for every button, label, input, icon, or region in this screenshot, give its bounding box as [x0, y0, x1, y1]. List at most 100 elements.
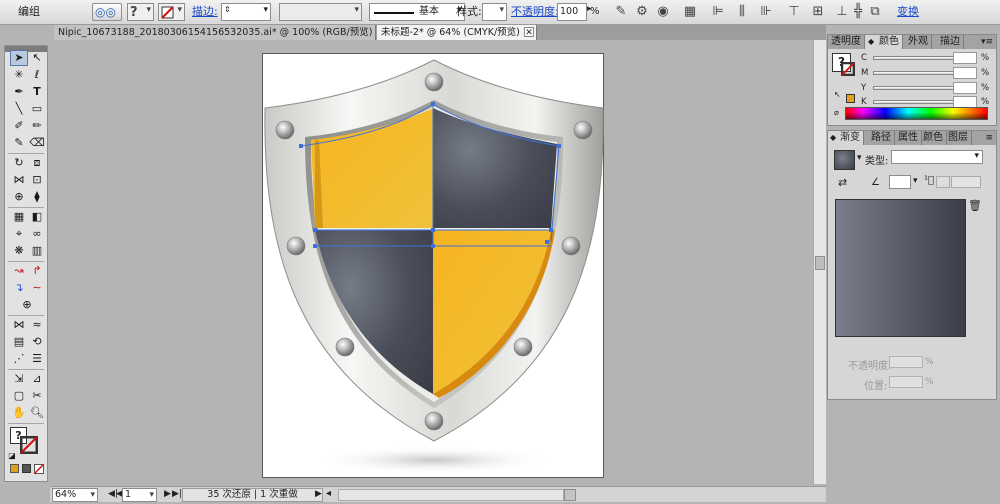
align-right-icon[interactable]: ⊪: [758, 3, 774, 21]
tab-document-untitled-2[interactable]: 未标题-2* @ 64% (CMYK/预览) ✕: [377, 25, 537, 40]
stop-location-field[interactable]: [889, 376, 923, 388]
artboard-tool-icon[interactable]: ⋈: [10, 317, 28, 333]
blob-brush-tool-icon[interactable]: ✎: [10, 135, 28, 151]
cyan-value-field[interactable]: [953, 52, 977, 64]
variable-width-profile-dropdown[interactable]: [279, 3, 362, 21]
zoom-dropdown[interactable]: 64%: [52, 488, 98, 502]
none-mode-icon[interactable]: [34, 464, 44, 474]
black-slider[interactable]: [873, 100, 957, 104]
tab-stroke[interactable]: 描边: [937, 35, 964, 49]
status-menu-icon[interactable]: ▶: [315, 488, 322, 502]
cyan-slider[interactable]: [873, 56, 957, 60]
shield-artwork[interactable]: [263, 54, 605, 479]
last-artboard-icon[interactable]: ▶|: [172, 488, 182, 502]
opacity-input[interactable]: 100: [557, 3, 587, 21]
gradient-mode-icon[interactable]: [22, 464, 31, 473]
gear-icon[interactable]: ⚙: [634, 3, 650, 21]
rectangle-tool-icon[interactable]: ▭: [28, 101, 46, 117]
aspect-ratio-field[interactable]: [951, 176, 981, 188]
align-to-selection-icon[interactable]: ▦: [681, 3, 699, 21]
direct-selection-tool-icon[interactable]: ↖: [28, 50, 46, 66]
artboard[interactable]: [262, 53, 604, 478]
gradient-swatch-dropdown-icon[interactable]: ▾: [857, 153, 862, 163]
symbol-screener-tool-icon[interactable]: ▤: [10, 334, 28, 350]
crop-area-tool-icon[interactable]: ▢: [10, 388, 28, 404]
none-color-icon[interactable]: ⌀: [834, 108, 839, 117]
reshape-tool-icon[interactable]: ↴: [10, 280, 28, 296]
pen-tool-icon[interactable]: ✒: [10, 84, 28, 100]
color-spectrum-bar[interactable]: [845, 107, 988, 120]
live-paint-bucket-tool-icon[interactable]: ↝: [10, 263, 28, 279]
gradient-tool-icon[interactable]: ◧: [28, 209, 46, 225]
align-vertical-center-icon[interactable]: ⊞: [810, 3, 826, 21]
live-paint-select-icon[interactable]: ⊿: [28, 371, 46, 387]
paintbrush-tool-icon[interactable]: ✐: [10, 118, 28, 134]
stroke-link[interactable]: 描边:: [192, 3, 218, 21]
recolor-artwork-icon[interactable]: ✎: [612, 3, 630, 21]
scroll-left-icon[interactable]: ◂: [326, 488, 331, 502]
perspective-grid-tool-icon[interactable]: ⧫: [28, 189, 46, 205]
opacity-link[interactable]: 不透明度:: [511, 3, 559, 21]
tab-colors[interactable]: 颜色: [920, 131, 947, 145]
type-tool-icon[interactable]: T: [28, 84, 46, 100]
yellow-slider[interactable]: [873, 86, 957, 90]
tab-color[interactable]: ◆ 颜色: [865, 35, 903, 49]
aspect-ratio-stepper[interactable]: [936, 176, 950, 188]
width-tool-icon[interactable]: ⋈: [10, 172, 28, 188]
panel-menu-icon[interactable]: ▾≡: [981, 37, 993, 47]
symbol-spinner-tool-icon[interactable]: ⟲: [28, 334, 46, 350]
reverse-gradient-icon[interactable]: ⇄: [838, 176, 847, 189]
color-stroke-swatch[interactable]: [841, 62, 855, 76]
gradient-slider-preview[interactable]: [835, 199, 966, 337]
brush-definition-dropdown[interactable]: 基本 ▾: [369, 3, 465, 21]
artboard-navigation-dropdown[interactable]: 1: [122, 488, 157, 502]
shape-builder-tool-icon[interactable]: ⊕: [10, 189, 28, 205]
isolate-group-button[interactable]: ◎◎: [92, 3, 122, 21]
next-artboard-icon[interactable]: ▶: [164, 488, 171, 502]
graphic-style-dropdown[interactable]: [482, 3, 507, 21]
align-bottom-icon[interactable]: ⊥: [834, 3, 850, 21]
distribute-icon[interactable]: ⧉: [869, 3, 881, 21]
default-fill-stroke-icon[interactable]: ◪: [7, 448, 17, 464]
yellow-value-field[interactable]: [953, 82, 977, 94]
crosshair-target-icon[interactable]: ⊕: [18, 297, 36, 313]
align-to-dropdown-icon[interactable]: ◉: [655, 3, 671, 21]
mesh-tool-icon[interactable]: ▦: [10, 209, 28, 225]
tab-document-nipic[interactable]: Nipic_10673188_20180306154156532035.ai* …: [54, 25, 376, 40]
align-horizontal-center-icon[interactable]: ⫼: [734, 3, 750, 21]
vertical-scrollbar[interactable]: [813, 40, 826, 484]
magic-wand-tool-icon[interactable]: ✳: [10, 67, 28, 83]
stroke-swatch-none[interactable]: [20, 436, 38, 454]
blend-tool-icon[interactable]: ∞: [28, 226, 46, 242]
transform-link[interactable]: 变换: [897, 3, 919, 21]
live-paint-selection-tool-icon[interactable]: ↱: [28, 263, 46, 279]
selection-tool-icon[interactable]: ➤: [10, 50, 28, 66]
stacked-bar-graph-icon[interactable]: ☰: [28, 351, 46, 367]
eyedropper-tool-icon[interactable]: ⌖: [10, 226, 28, 242]
horizontal-scrollbar[interactable]: [338, 489, 564, 501]
fill-color-dropdown[interactable]: ?: [127, 3, 154, 21]
status-info-field[interactable]: 35 次还原 | 1 次重做: [182, 488, 323, 502]
stroke-color-dropdown[interactable]: [158, 3, 185, 21]
stroke-weight-field[interactable]: ⇕ ▾: [221, 3, 271, 21]
tab-attributes[interactable]: 属性: [895, 131, 922, 145]
panel-menu-icon[interactable]: ≡: [985, 133, 993, 143]
gradient-type-dropdown[interactable]: ▾: [891, 150, 983, 164]
gradient-thumbnail[interactable]: [834, 150, 855, 170]
lasso-tool-icon[interactable]: ℓ: [28, 67, 46, 83]
tab-pathfinder[interactable]: 路径: [868, 131, 895, 145]
warp-tool-icon[interactable]: ∼: [28, 280, 46, 296]
pencil-tool-icon[interactable]: ✏: [28, 118, 46, 134]
rotate-tool-icon[interactable]: ↻: [10, 155, 28, 171]
slice-tool-icon[interactable]: ≈: [28, 317, 46, 333]
stop-opacity-field[interactable]: [889, 356, 923, 368]
last-used-color-swatch[interactable]: [846, 94, 855, 103]
free-transform-tool-icon[interactable]: ⊡: [28, 172, 46, 188]
document-canvas[interactable]: [54, 40, 813, 484]
stroke-weight-stepper-icon[interactable]: ⇕: [224, 5, 231, 14]
angle-dropdown-icon[interactable]: ▾: [913, 176, 918, 186]
line-tool-icon[interactable]: ╲: [10, 101, 28, 117]
zoom-tool-icon[interactable]: 🔍︎: [28, 405, 46, 421]
align-menu-icon[interactable]: ╬: [852, 3, 864, 21]
hand-tool-icon[interactable]: ✋: [10, 405, 28, 421]
